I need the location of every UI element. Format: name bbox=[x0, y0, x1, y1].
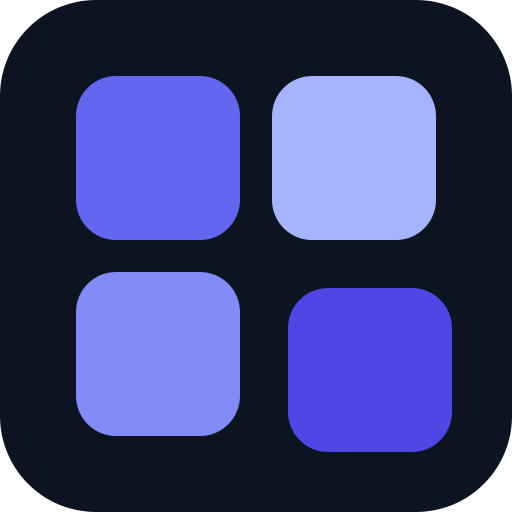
tile-top-left bbox=[76, 76, 240, 240]
app-grid-icon bbox=[0, 0, 512, 512]
tile-bottom-right bbox=[288, 288, 452, 452]
icon-canvas bbox=[0, 0, 512, 512]
tile-bottom-left bbox=[76, 272, 240, 436]
tile-top-right bbox=[272, 76, 436, 240]
